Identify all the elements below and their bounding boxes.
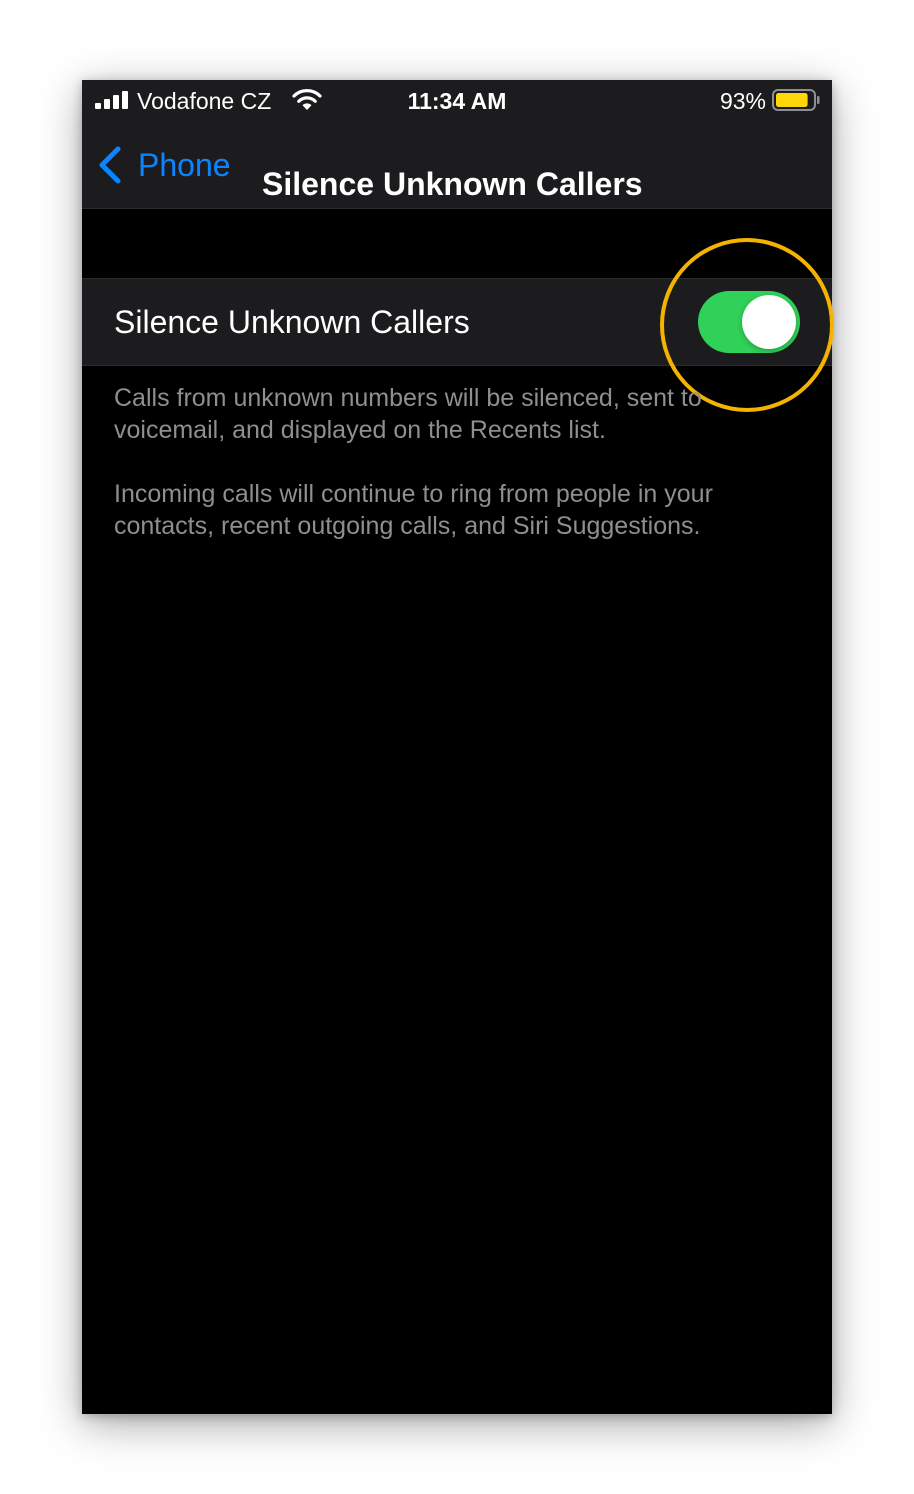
navigation-bar: Phone Silence Unknown Callers <box>82 122 832 209</box>
back-button[interactable]: Phone <box>96 142 231 188</box>
silence-unknown-callers-row: Silence Unknown Callers <box>82 278 832 366</box>
battery-percent: 93% <box>719 88 766 114</box>
phone-screen: Vodafone CZ 11:34 AM 93% Phone Silence U… <box>82 80 834 1414</box>
chevron-left-icon <box>99 146 121 184</box>
footer-description: Calls from unknown numbers will be silen… <box>114 384 702 444</box>
battery-icon <box>772 89 820 111</box>
toggle-knob <box>742 295 796 349</box>
footer-description-secondary: Incoming calls will continue to ring fro… <box>114 480 713 540</box>
page-title: Silence Unknown Callers <box>262 166 643 202</box>
status-bar: Vodafone CZ 11:34 AM 93% <box>82 80 832 122</box>
back-button-label: Phone <box>138 147 231 183</box>
setting-label: Silence Unknown Callers <box>114 304 470 340</box>
silence-unknown-callers-toggle[interactable] <box>698 291 800 353</box>
